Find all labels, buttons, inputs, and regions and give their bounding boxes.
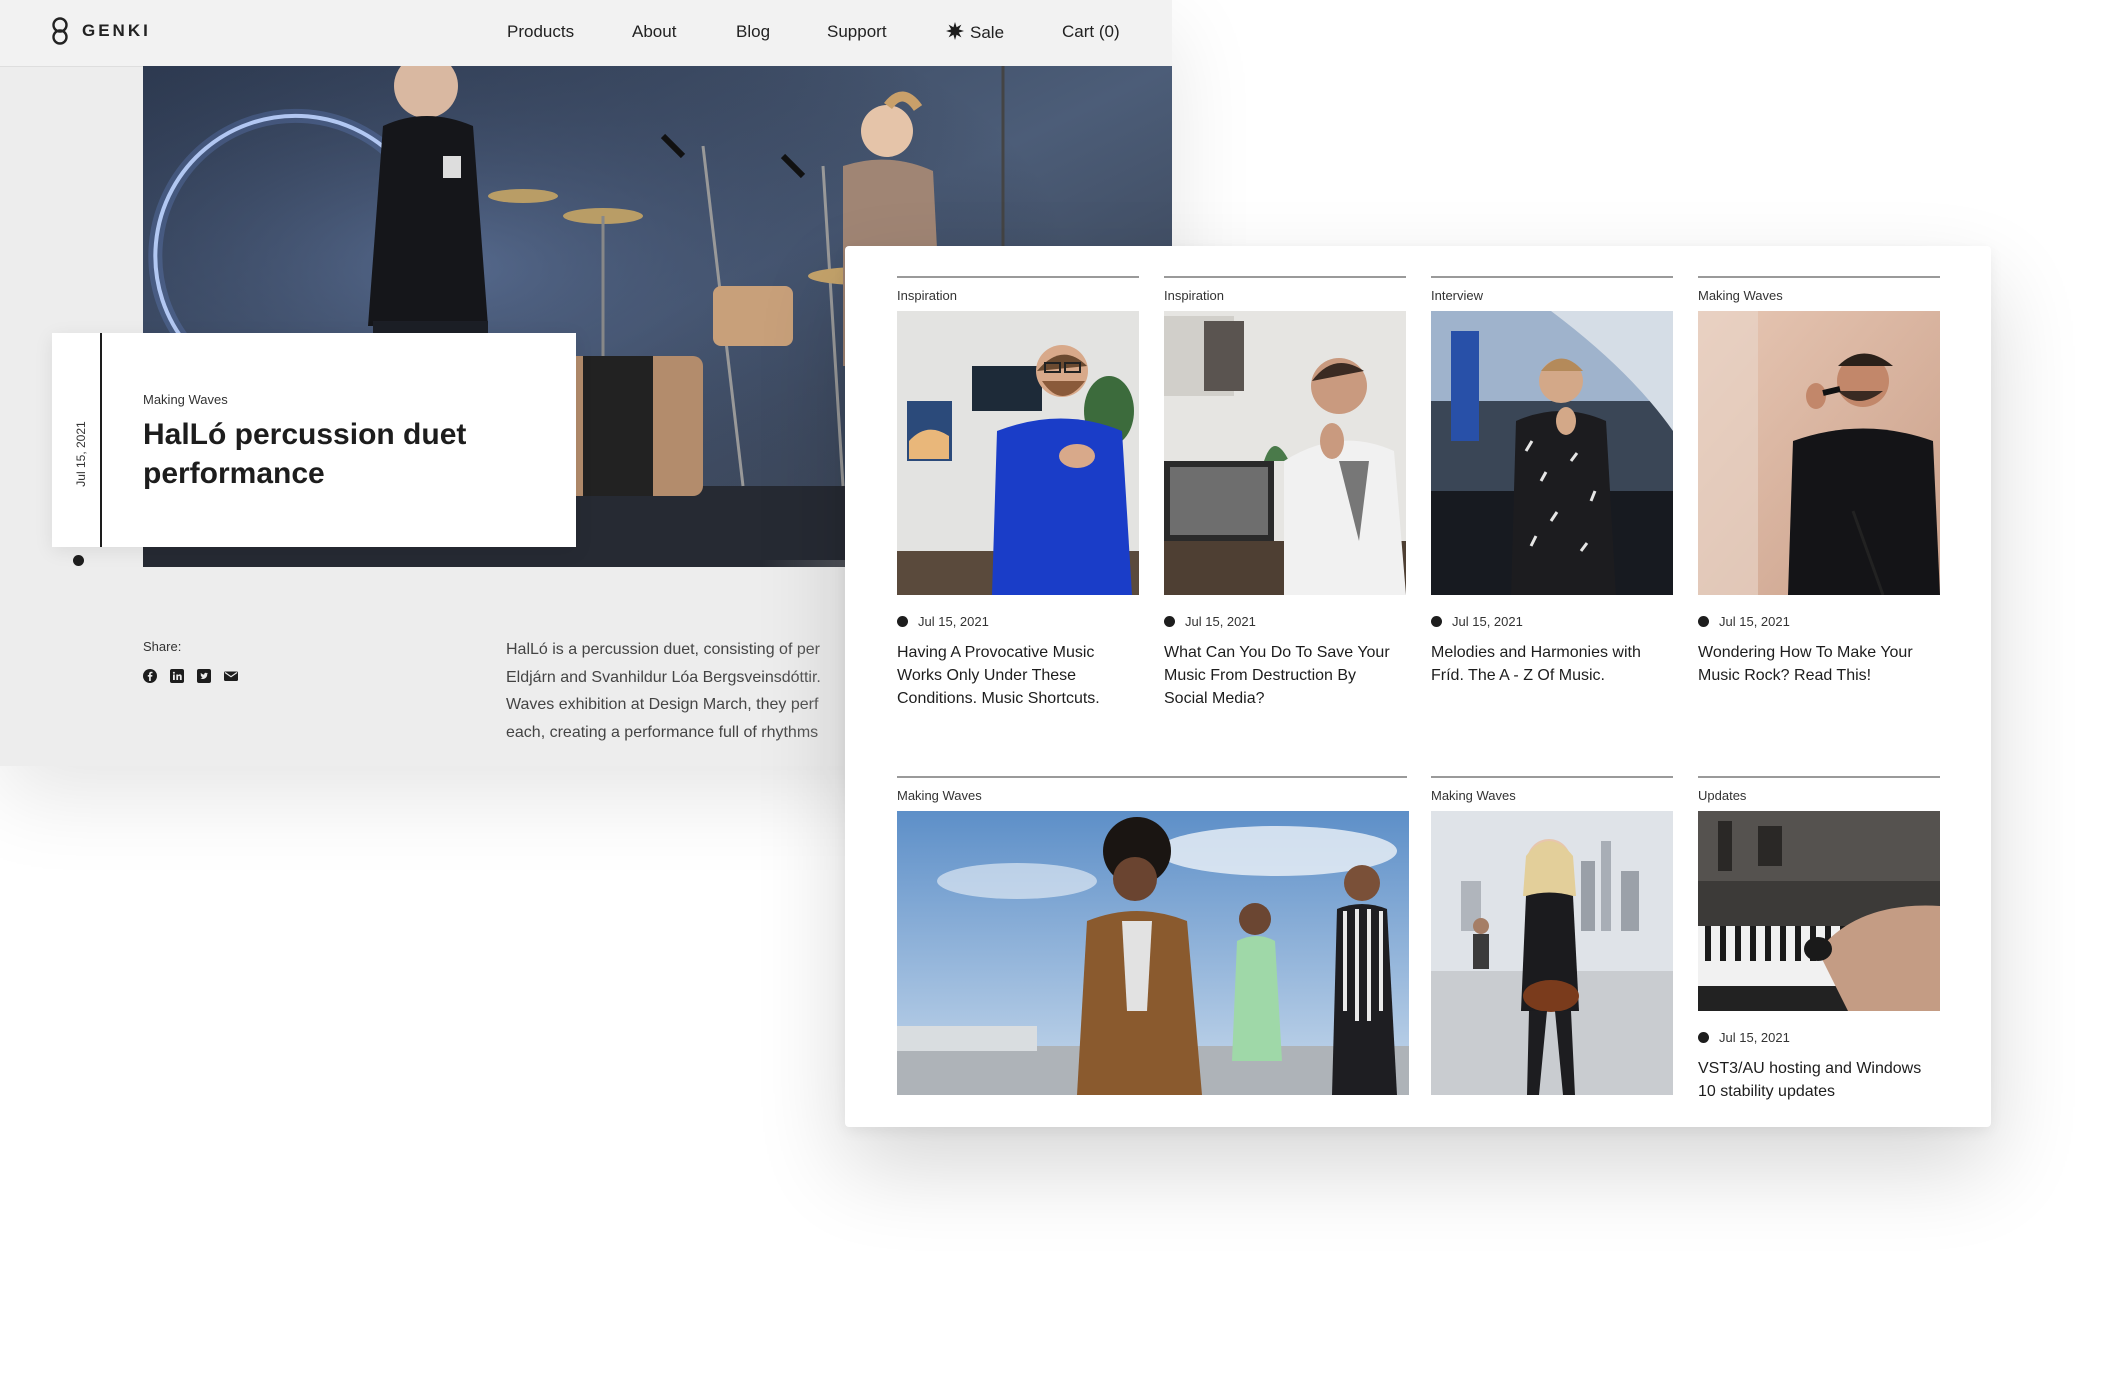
card-rule bbox=[897, 776, 1407, 778]
share-icons bbox=[143, 669, 238, 683]
post-meta: Jul 15, 2021 bbox=[1698, 1030, 1790, 1045]
mail-icon[interactable] bbox=[224, 669, 238, 683]
date-bullet bbox=[1164, 616, 1175, 627]
post-category[interactable]: Making Waves bbox=[1698, 288, 1783, 303]
hero-title-card[interactable]: Jul 15, 2021 Making Waves HalLó percussi… bbox=[52, 333, 576, 566]
blog-grid-window: Inspiration Jul 15, 2021 Having A Provoc… bbox=[845, 246, 1991, 1127]
main-menu: Products About Blog Support Sale Cart (0… bbox=[0, 0, 1172, 66]
linkedin-icon[interactable] bbox=[170, 669, 184, 683]
post-thumbnail[interactable] bbox=[1164, 311, 1406, 595]
card-rule bbox=[1164, 276, 1406, 278]
post-date: Jul 15, 2021 bbox=[1452, 614, 1523, 629]
twitter-icon[interactable] bbox=[197, 669, 211, 683]
nav-blog[interactable]: Blog bbox=[736, 22, 770, 42]
post-meta: Jul 15, 2021 bbox=[1164, 614, 1256, 629]
post-category[interactable]: Making Waves bbox=[897, 788, 982, 803]
post-category[interactable]: Updates bbox=[1698, 788, 1746, 803]
post-date: Jul 15, 2021 bbox=[1719, 614, 1790, 629]
post-thumbnail[interactable] bbox=[1698, 811, 1940, 1011]
card-rule bbox=[897, 276, 1139, 278]
date-bullet bbox=[73, 555, 84, 566]
post-date: Jul 15, 2021 bbox=[1719, 1030, 1790, 1045]
facebook-icon[interactable] bbox=[143, 669, 157, 683]
post-title[interactable]: What Can You Do To Save Your Music From … bbox=[1164, 641, 1404, 710]
hero-title: HalLó percussion duet performance bbox=[143, 418, 467, 490]
post-category[interactable]: Inspiration bbox=[1164, 288, 1224, 303]
post-thumbnail[interactable] bbox=[1431, 311, 1673, 595]
post-thumbnail[interactable] bbox=[897, 311, 1139, 595]
post-card[interactable]: Making Waves bbox=[897, 776, 1409, 1096]
man-blue-sweater-photo bbox=[897, 311, 1139, 595]
post-meta: Jul 15, 2021 bbox=[1431, 614, 1523, 629]
post-category[interactable]: Interview bbox=[1431, 288, 1483, 303]
post-card[interactable]: Making Waves bbox=[1431, 776, 1673, 1096]
post-thumbnail[interactable] bbox=[1431, 811, 1673, 1095]
post-card[interactable]: Interview Jul 15, 2021 Melodies and Harm… bbox=[1431, 276, 1673, 716]
nav-products[interactable]: Products bbox=[507, 22, 574, 42]
card-rule bbox=[1698, 276, 1940, 278]
post-date: Jul 15, 2021 bbox=[1185, 614, 1256, 629]
male-singer-mic-photo bbox=[1698, 311, 1940, 595]
card-rule bbox=[1431, 776, 1673, 778]
keyboard-hands-photo bbox=[1698, 811, 1940, 1011]
post-card[interactable]: Updates Jul 15, 2021 VST3/AU hosting and… bbox=[1698, 776, 1940, 1106]
post-category[interactable]: Inspiration bbox=[897, 288, 957, 303]
date-bullet bbox=[1431, 616, 1442, 627]
post-card[interactable]: Making Waves Jul 15, 2021 Wondering How … bbox=[1698, 276, 1940, 716]
post-meta: Jul 15, 2021 bbox=[897, 614, 989, 629]
date-bullet bbox=[1698, 616, 1709, 627]
woman-singer-photo bbox=[1431, 311, 1673, 595]
violinist-rooftop-photo bbox=[1431, 811, 1673, 1095]
nav-sale-label: Sale bbox=[970, 23, 1005, 42]
top-navigation: GENKI Products About Blog Support Sale C… bbox=[0, 0, 1172, 67]
card-divider bbox=[100, 333, 102, 547]
date-bullet bbox=[897, 616, 908, 627]
post-meta: Jul 15, 2021 bbox=[1698, 614, 1790, 629]
starburst-icon bbox=[946, 22, 964, 40]
post-card[interactable]: Inspiration Jul 15, 2021 What Can You Do bbox=[1164, 276, 1406, 716]
card-rule bbox=[1698, 776, 1940, 778]
share-label: Share: bbox=[143, 639, 182, 654]
hero-date: Jul 15, 2021 bbox=[54, 415, 106, 566]
post-title[interactable]: Melodies and Harmonies with Fríd. The A … bbox=[1431, 641, 1671, 687]
woman-at-desk-photo bbox=[1164, 311, 1406, 595]
date-bullet bbox=[1698, 1032, 1709, 1043]
nav-about[interactable]: About bbox=[632, 22, 676, 42]
post-title[interactable]: Wondering How To Make Your Music Rock? R… bbox=[1698, 641, 1940, 687]
post-thumbnail[interactable] bbox=[1698, 311, 1940, 595]
post-card[interactable]: Inspiration Jul 15, 2021 Having A Provoc… bbox=[897, 276, 1139, 716]
rooftop-group-photo bbox=[897, 811, 1409, 1095]
nav-support[interactable]: Support bbox=[827, 22, 887, 42]
hero-date-text: Jul 15, 2021 bbox=[74, 421, 88, 487]
post-title[interactable]: VST3/AU hosting and Windows 10 stability… bbox=[1698, 1057, 1940, 1103]
card-rule bbox=[1431, 276, 1673, 278]
nav-sale[interactable]: Sale bbox=[946, 22, 1004, 43]
post-category[interactable]: Making Waves bbox=[1431, 788, 1516, 803]
hero-category[interactable]: Making Waves bbox=[143, 392, 228, 407]
post-thumbnail[interactable] bbox=[897, 811, 1409, 1095]
nav-cart[interactable]: Cart (0) bbox=[1062, 22, 1120, 42]
post-date: Jul 15, 2021 bbox=[918, 614, 989, 629]
post-title[interactable]: Having A Provocative Music Works Only Un… bbox=[897, 641, 1127, 710]
